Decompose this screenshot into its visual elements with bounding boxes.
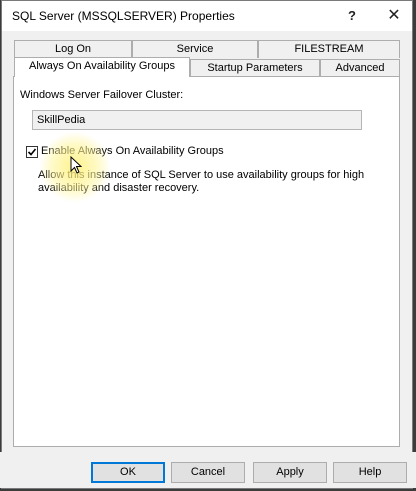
cluster-name-field: SkillPedia xyxy=(32,110,362,130)
title-bar: SQL Server (MSSQLSERVER) Properties ? ✕ xyxy=(2,1,412,31)
apply-button[interactable]: Apply xyxy=(253,462,327,483)
tab-service[interactable]: Service xyxy=(132,40,258,58)
tab-panel xyxy=(13,76,400,447)
ok-button[interactable]: OK xyxy=(91,462,165,483)
help-button[interactable]: Help xyxy=(333,462,407,483)
close-icon[interactable]: ✕ xyxy=(382,5,406,27)
tab-advanced[interactable]: Advanced xyxy=(320,59,400,77)
description-text: Allow this instance of SQL Server to use… xyxy=(38,169,365,194)
enable-always-on-checkbox[interactable] xyxy=(26,146,38,158)
enable-always-on-label[interactable]: Enable Always On Availability Groups xyxy=(41,145,224,157)
window-title: SQL Server (MSSQLSERVER) Properties xyxy=(12,9,235,23)
tab-startup-parameters[interactable]: Startup Parameters xyxy=(190,59,320,77)
cluster-label: Windows Server Failover Cluster: xyxy=(20,89,184,101)
cancel-button[interactable]: Cancel xyxy=(171,462,245,483)
checkmark-icon xyxy=(27,148,37,156)
tab-log-on[interactable]: Log On xyxy=(14,40,132,58)
tab-always-on-availability-groups[interactable]: Always On Availability Groups xyxy=(14,57,190,77)
mouse-pointer-icon xyxy=(70,156,82,174)
help-icon[interactable]: ? xyxy=(340,5,364,27)
tab-filestream[interactable]: FILESTREAM xyxy=(258,40,400,58)
